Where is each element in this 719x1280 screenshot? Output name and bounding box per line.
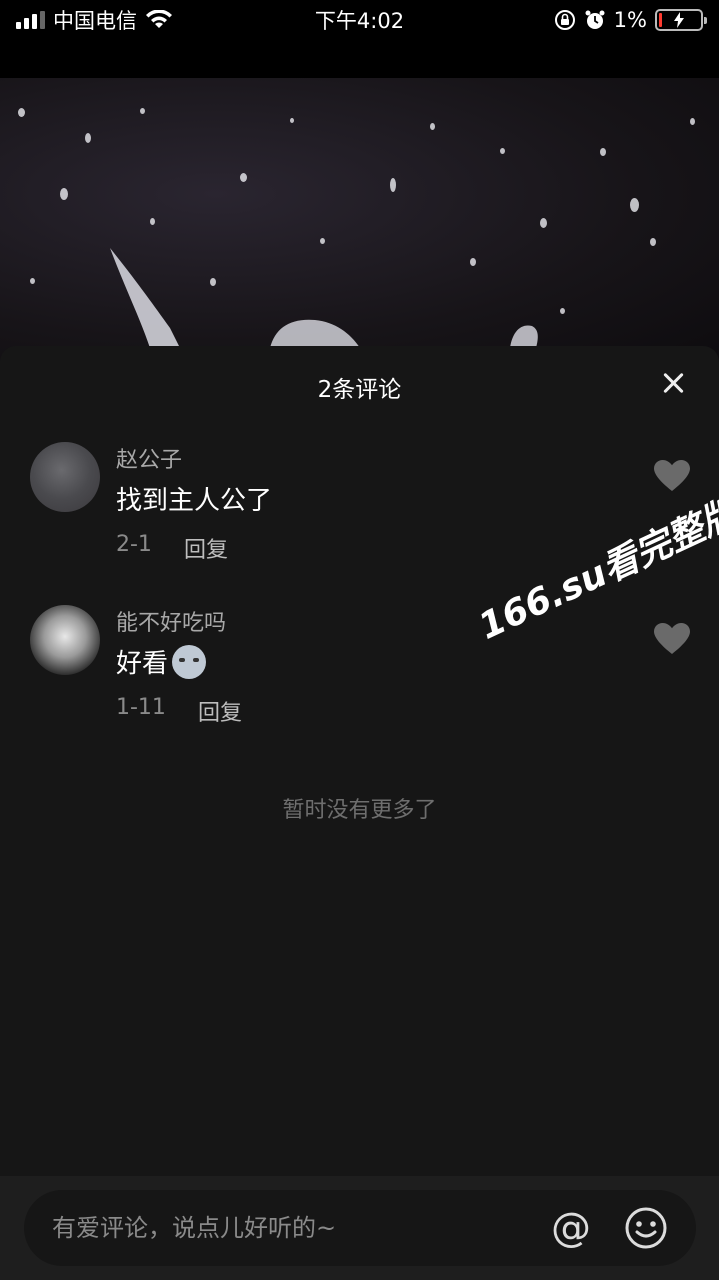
comment-text: 找到主人公了 bbox=[116, 486, 273, 516]
snowflake bbox=[240, 173, 247, 182]
reply-button[interactable]: 回复 bbox=[184, 532, 228, 564]
comment-username[interactable]: 能不好吃吗 bbox=[116, 605, 226, 637]
wolf-emoji-icon bbox=[172, 644, 207, 679]
snowflake bbox=[140, 108, 145, 114]
carrier-label: 中国电信 bbox=[53, 9, 137, 33]
snowflake bbox=[430, 123, 435, 130]
smiley-icon[interactable] bbox=[624, 1206, 668, 1250]
snowflake bbox=[60, 188, 68, 200]
snowflake bbox=[85, 133, 91, 143]
heart-icon[interactable] bbox=[654, 460, 690, 492]
snowflake bbox=[690, 118, 695, 125]
snowflake bbox=[540, 218, 547, 228]
comment-username[interactable]: 赵公子 bbox=[116, 442, 182, 474]
signal-icon bbox=[16, 11, 45, 29]
comment-input-container: @ bbox=[24, 1190, 696, 1266]
video-preview[interactable] bbox=[0, 78, 719, 368]
snowflake bbox=[290, 118, 294, 123]
snowflake bbox=[150, 218, 155, 225]
status-left: 中国电信 bbox=[16, 5, 173, 35]
status-right: 1% bbox=[554, 8, 707, 32]
snowflake bbox=[500, 148, 505, 154]
snowflake bbox=[18, 108, 25, 117]
snowflake bbox=[600, 148, 606, 156]
no-more-comments: 暂时没有更多了 bbox=[282, 798, 437, 823]
charging-bolt-icon bbox=[674, 12, 684, 28]
heart-icon[interactable] bbox=[654, 623, 690, 655]
avatar[interactable] bbox=[30, 442, 100, 512]
comment-sheet: 2条评论 赵公子 找到主人公了 2-1 回复 能不好吃吗 好看 1-11 回复 bbox=[0, 346, 719, 1280]
comment-date: 1-11 bbox=[116, 695, 166, 720]
comment-meta: 2-1 回复 bbox=[116, 532, 228, 564]
snowflake bbox=[390, 178, 396, 192]
avatar[interactable] bbox=[30, 605, 100, 675]
wifi-icon bbox=[146, 10, 172, 28]
battery-percent: 1% bbox=[613, 8, 647, 32]
comment-count-title: 2条评论 bbox=[317, 377, 402, 403]
battery-level bbox=[659, 13, 662, 27]
snowflake bbox=[650, 238, 656, 246]
mention-button[interactable]: @ bbox=[548, 1205, 594, 1251]
snowflake bbox=[320, 238, 325, 244]
status-bar: 中国电信 下午4:02 1% bbox=[0, 0, 719, 40]
comment-input[interactable] bbox=[52, 1190, 548, 1266]
frosted-plant-illustration bbox=[110, 248, 538, 348]
snowflake bbox=[30, 278, 35, 284]
comment-text: 好看 bbox=[116, 649, 169, 679]
snowflake bbox=[630, 198, 639, 212]
comment-content: 好看 bbox=[116, 643, 207, 680]
comment-item: 能不好吃吗 好看 1-11 回复 bbox=[30, 605, 690, 745]
comment-date: 2-1 bbox=[116, 532, 152, 557]
alarm-icon bbox=[585, 10, 605, 29]
snowflake bbox=[560, 308, 565, 314]
reply-button[interactable]: 回复 bbox=[198, 695, 242, 727]
battery-icon bbox=[655, 9, 707, 31]
comment-meta: 1-11 回复 bbox=[116, 695, 242, 727]
comment-input-bar: @ bbox=[0, 1176, 719, 1280]
status-time: 下午4:02 bbox=[314, 9, 405, 33]
close-icon[interactable] bbox=[661, 370, 687, 396]
rotation-lock-icon bbox=[554, 10, 575, 30]
comment-content: 找到主人公了 bbox=[116, 480, 272, 517]
